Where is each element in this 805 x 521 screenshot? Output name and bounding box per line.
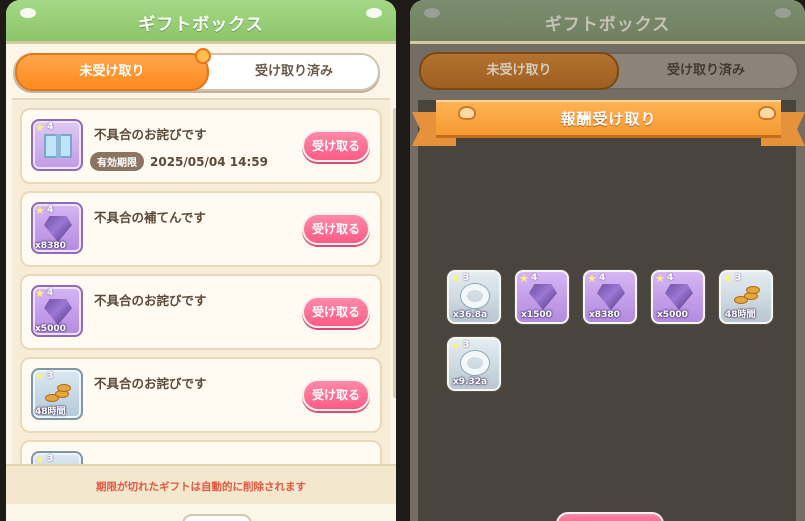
gem-icon [44,299,72,325]
receive-button[interactable]: 受け取る [302,379,370,411]
item-rank: 3 [463,273,470,283]
item-rank: 4 [47,288,54,298]
tab-bar: 未受け取り 受け取り済み [13,48,380,91]
gift-item: ★ 4 x5000 不具合のお詫びです 受け取る [20,274,382,350]
reward-quantity: x8380 [589,310,620,320]
reward-item: ★ 4 x8380 [583,270,637,324]
coin-stack-icon [732,284,762,306]
gem-icon [665,284,693,310]
scrollbar[interactable] [393,108,396,398]
tab-received: 受け取り済み [666,63,745,78]
coin-stack-icon [43,382,73,404]
item-quantity: x5000 [35,324,66,334]
gift-item: ★ 4 x8380 不具合の補てんです 受け取る [20,191,382,267]
gift-item-icon: ★ 4 x8380 [31,202,83,254]
reward-item: ★ 3 48時間 [719,270,773,324]
reward-item: ★ 3 x36.8a [447,270,501,324]
item-rank: 3 [735,273,742,283]
reward-item: ★ 4 x1500 [515,270,569,324]
item-rank: 4 [599,273,606,283]
item-rank: 4 [47,205,54,215]
item-rank: 3 [47,454,54,464]
gift-item-icon: ★ 3 48時間 [31,368,83,420]
gift-name: 不具合のお詫びです [94,293,207,308]
panel-title: ギフトボックス [138,15,264,35]
reward-quantity: x9.32a [453,377,488,387]
tab-unreceived[interactable]: 未受け取り [15,53,209,91]
panel-header: ギフトボックス [410,0,805,44]
ring-icon [461,284,489,308]
reward-quantity: x1500 [521,310,552,320]
receive-button[interactable]: 受け取る [302,296,370,328]
gift-item-icon: ★ 3 [31,451,83,464]
reward-quantity: 48時間 [725,310,756,320]
item-quantity: x8380 [35,241,66,251]
item-quantity: 48時間 [35,407,66,417]
reward-item: ★ 3 x9.32a [447,337,501,391]
item-rank: 3 [463,340,470,350]
gift-item-icon: ★ 4 [31,119,83,171]
tab-received[interactable]: 受け取り済み [211,55,377,89]
expiry-date: 2025/05/04 14:59 [150,154,268,169]
reward-quantity: x36.8a [453,310,488,320]
gem-icon [529,284,557,310]
reward-quantity: x5000 [657,310,688,320]
reward-dialog-header: 報酬受け取り [412,100,805,146]
gift-name: 不具合のお詫びです [94,376,207,391]
gift-box-panel: ギフトボックス 未受け取り 受け取り済み ★ 4 不具合のお詫びです 有効期限 … [6,0,396,521]
gift-item: ★ 4 不具合のお詫びです 有効期限 2025/05/04 14:59 受け取る [20,108,382,184]
item-rank: 4 [47,122,54,132]
gift-item: ★ 3 48時間 不具合のお詫びです 受け取る [20,357,382,433]
notification-dot-icon [195,48,211,64]
footer-note: 期限が切れたギフトは自動的に削除されます [6,464,396,504]
item-rank: 4 [531,273,538,283]
expiry-row: 有効期限 2025/05/04 14:59 [90,152,268,171]
reward-item: ★ 4 x5000 [651,270,705,324]
gift-box-icon [44,134,72,158]
item-rank: 3 [47,371,54,381]
gem-icon [597,284,625,310]
receive-button[interactable]: 受け取る [302,130,370,162]
gift-item-icon: ★ 4 x5000 [31,285,83,337]
panel-header: ギフトボックス [6,0,396,44]
tab-bar: 未受け取り 受け取り済み [419,52,799,90]
dialog-title: 報酬受け取り [560,110,657,128]
panel-title: ギフトボックス [544,15,671,35]
item-rank: 4 [667,273,674,283]
expiry-warning-text: 期限が切れたギフトは自動的に削除されます [96,481,306,493]
game-screen: ギフトボックス 未受け取り 受け取り済み ★ 4 不具合のお詫びです 有効期限 … [0,0,805,521]
gem-icon [44,216,72,242]
gift-box-panel-dimmed: ギフトボックス 未受け取り 受け取り済み [410,0,805,521]
ring-icon [461,351,489,375]
gift-list[interactable]: ★ 4 不具合のお詫びです 有効期限 2025/05/04 14:59 受け取る… [12,98,390,464]
receive-button[interactable]: 受け取る [302,213,370,245]
expiry-tag: 有効期限 [90,152,144,171]
gift-name: 不具合のお詫びです [94,127,207,142]
dialog-confirm-button[interactable] [556,512,664,521]
gift-item: ★ 3 [20,440,382,464]
tab-unreceived: 未受け取り [419,52,619,90]
bottom-button[interactable] [182,514,252,521]
gift-name: 不具合の補てんです [94,210,206,225]
